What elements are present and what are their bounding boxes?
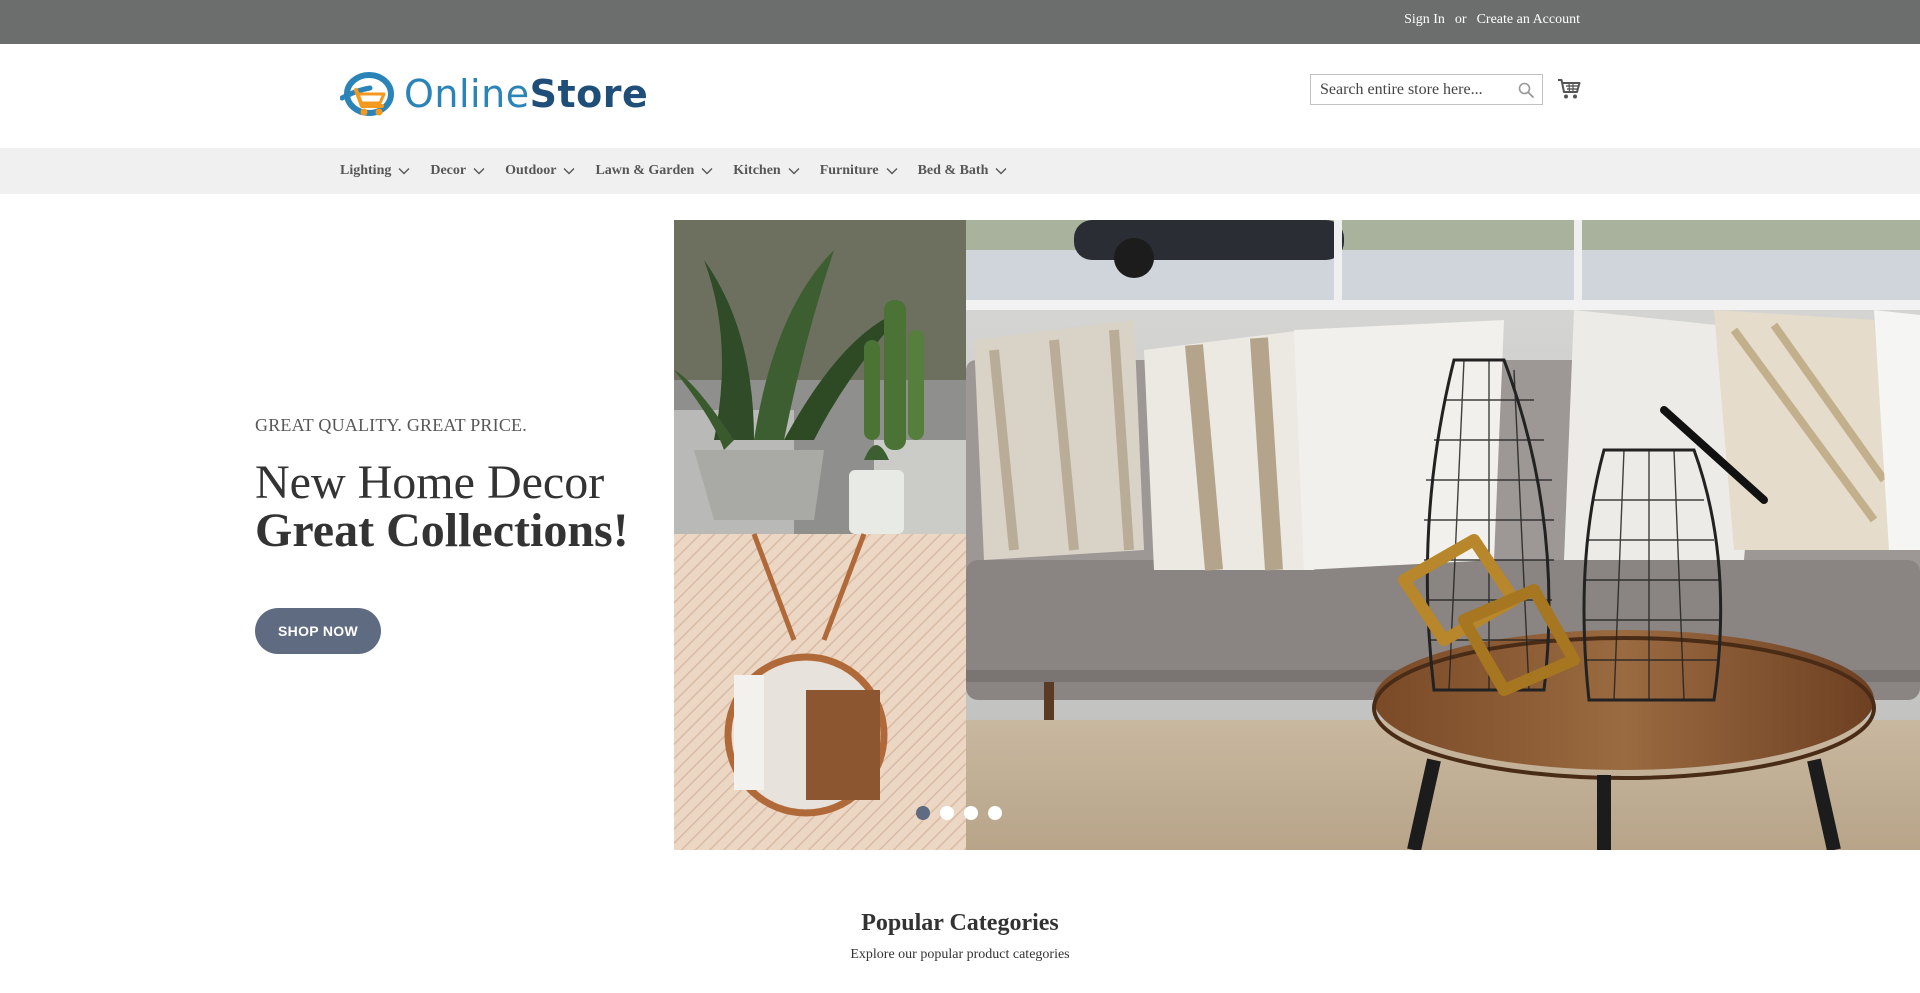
search-box (1310, 74, 1543, 105)
nav-item-kitchen[interactable]: Kitchen (733, 163, 800, 179)
chevron-down-icon (886, 168, 898, 175)
cart-icon[interactable] (1557, 78, 1581, 105)
nav-item-label: Lawn & Garden (595, 163, 695, 178)
chevron-down-icon (701, 168, 713, 175)
hero-headline-line1: New Home Decor (255, 456, 605, 509)
sign-in-link[interactable]: Sign In (1404, 12, 1445, 28)
slider-dot-1[interactable] (916, 806, 930, 820)
nav-item-lighting[interactable]: Lighting (340, 163, 410, 179)
link-separator: or (1454, 12, 1467, 27)
create-account-link[interactable]: Create an Account (1477, 12, 1580, 28)
slider-dot-4[interactable] (988, 806, 1002, 820)
top-bar: Sign In or Create an Account (0, 0, 1920, 44)
nav-item-decor[interactable]: Decor (430, 163, 485, 179)
nav-item-label: Kitchen (733, 163, 781, 178)
logo-wordmark: OnlineStore (404, 69, 648, 119)
logo-text-online: Online (404, 72, 530, 116)
chevron-down-icon (995, 168, 1007, 175)
logo-text-store: Store (529, 72, 649, 116)
popular-categories-subtitle: Explore our popular product categories (850, 947, 1070, 962)
nav-item-label: Lighting (340, 163, 392, 178)
slider-dot-3[interactable] (964, 806, 978, 820)
shop-now-button[interactable]: SHOP NOW (255, 608, 381, 654)
chevron-down-icon (563, 168, 575, 175)
chevron-down-icon (788, 168, 800, 175)
nav-item-outdoor[interactable]: Outdoor (505, 163, 575, 179)
search-icon[interactable] (1518, 82, 1534, 103)
popular-categories-title: Popular Categories (861, 910, 1059, 936)
nav-item-bed-bath[interactable]: Bed & Bath (918, 163, 1008, 179)
logo-cart-icon (340, 72, 394, 116)
site-header: OnlineStore (0, 44, 1920, 148)
store-logo[interactable]: OnlineStore (340, 69, 648, 119)
nav-item-label: Bed & Bath (917, 163, 989, 178)
account-links: Sign In or Create an Account (1404, 12, 1580, 28)
hero-headline-line2: Great Collections! (255, 504, 629, 557)
nav-item-label: Outdoor (505, 163, 557, 178)
nav-item-label: Furniture (819, 163, 879, 178)
nav-menu: Lighting Decor Outdoor Lawn & Garden Kit… (340, 148, 1027, 194)
nav-item-lawn-garden[interactable]: Lawn & Garden (595, 163, 713, 179)
main-navigation: Lighting Decor Outdoor Lawn & Garden Kit… (0, 148, 1920, 194)
nav-item-furniture[interactable]: Furniture (820, 163, 898, 179)
hero-tagline-wrap: GREAT QUALITY. GREAT PRICE. (255, 415, 527, 436)
chevron-down-icon (398, 168, 410, 175)
hero-tagline: GREAT QUALITY. GREAT PRICE. (255, 415, 527, 435)
hero-banner-image[interactable] (674, 220, 1920, 850)
search-input[interactable] (1311, 75, 1510, 104)
slider-dot-2[interactable] (940, 806, 954, 820)
chevron-down-icon (473, 168, 485, 175)
living-room-illustration (674, 220, 1920, 850)
nav-item-label: Decor (430, 163, 467, 178)
slider-dots (916, 806, 1002, 820)
